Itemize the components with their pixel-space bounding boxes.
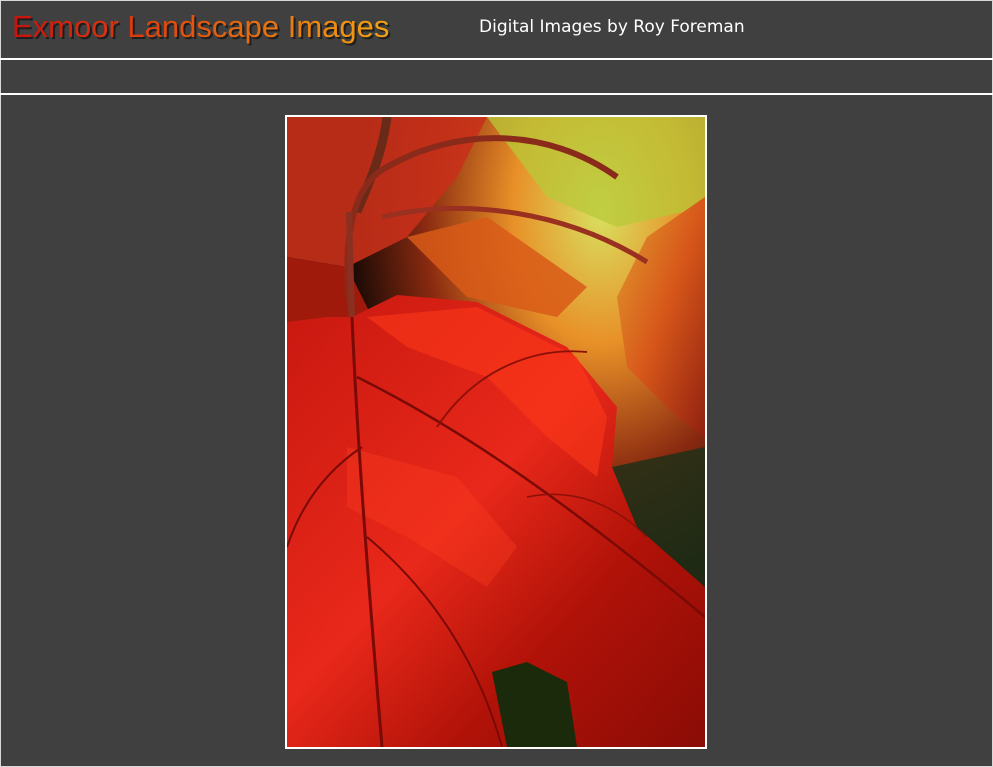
site-subtitle: Digital Images by Roy Foreman	[479, 17, 745, 37]
site-title[interactable]: Exmoor Landscape Images	[12, 9, 389, 45]
nav-bar	[0, 60, 993, 95]
leaf-photo-image	[287, 117, 705, 747]
featured-photo[interactable]	[285, 115, 707, 749]
site-header: Exmoor Landscape Images Exmoor Landscape…	[0, 0, 993, 60]
